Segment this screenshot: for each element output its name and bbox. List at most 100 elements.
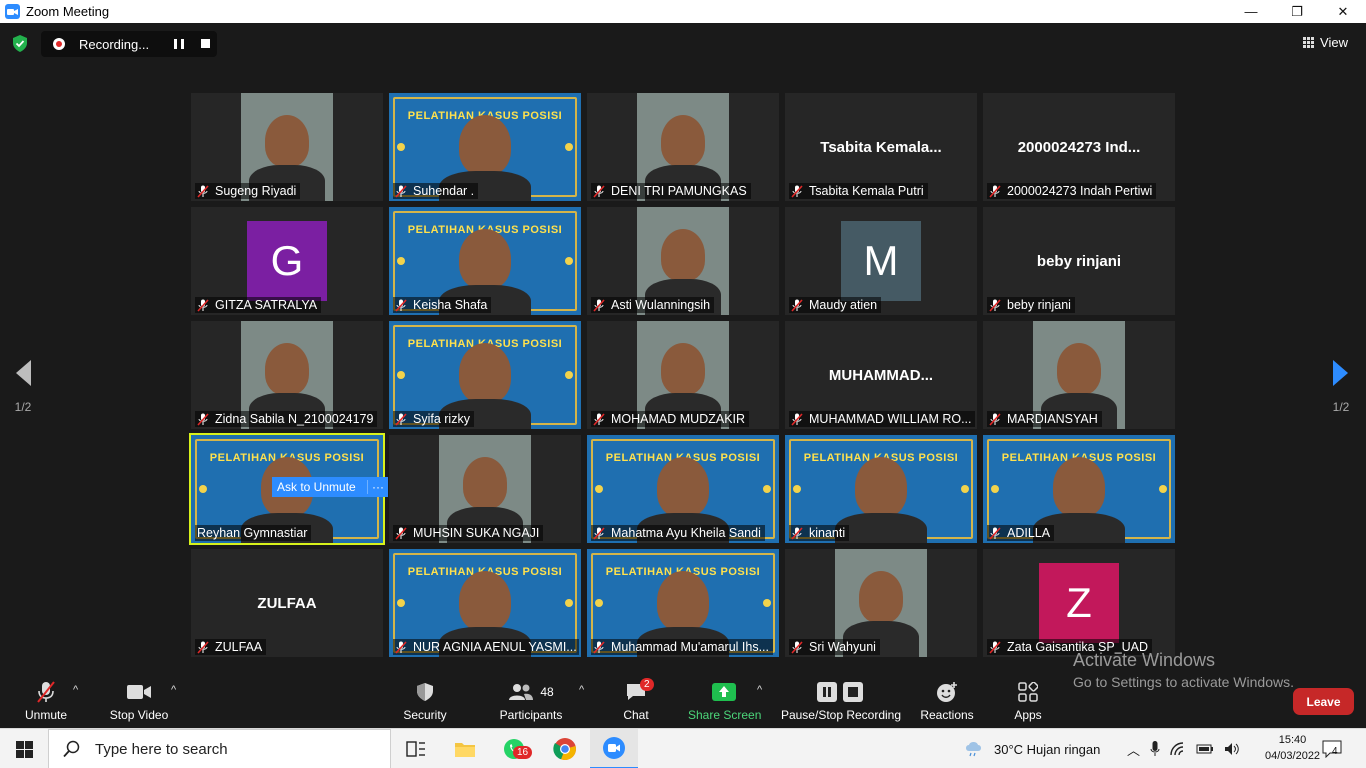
participant-avatar: M: [841, 221, 921, 301]
participant-name-label: MOHAMAD MUDZAKIR: [591, 411, 750, 427]
zoom-taskbar-icon[interactable]: [590, 729, 638, 768]
prev-page-button[interactable]: 1/2: [14, 359, 32, 414]
reactions-button[interactable]: Reactions: [919, 680, 975, 722]
microphone-tray-icon[interactable]: [1150, 741, 1160, 757]
security-button[interactable]: Security: [401, 680, 449, 722]
participant-name-label: ZULFAA: [195, 639, 267, 655]
participant-tile[interactable]: M Maudy atien: [785, 207, 977, 315]
participant-name: kinanti: [809, 526, 846, 540]
taskbar-clock[interactable]: 15:40 04/03/2022: [1265, 732, 1320, 764]
watermark-title: Activate Windows: [1073, 650, 1216, 670]
stop-recording-icon[interactable]: [201, 39, 210, 48]
participant-tile[interactable]: PELATIHAN KASUS POSISI Keisha Shafa: [389, 207, 581, 315]
participant-name: Keisha Shafa: [413, 298, 488, 312]
participant-name-label: DENI TRI PAMUNGKAS: [591, 183, 751, 199]
participant-name: Sugeng Riyadi: [215, 184, 297, 198]
notification-count: 4: [1332, 745, 1338, 757]
participant-name: NUR AGNIA AENUL YASMI...: [413, 640, 577, 654]
participant-tile[interactable]: PELATIHAN KASUS POSISI Muhammad Mu'amarul…: [587, 549, 779, 657]
more-options-button[interactable]: ···: [367, 480, 388, 494]
next-page-button[interactable]: 1/2: [1332, 359, 1350, 414]
participants-icon: 48: [497, 680, 565, 704]
participant-name: Reyhan Gymnastiar: [197, 526, 308, 540]
leave-button[interactable]: Leave: [1293, 688, 1354, 715]
muted-mic-icon: [395, 640, 407, 654]
file-explorer-icon[interactable]: [441, 729, 489, 768]
muted-mic-icon: [395, 412, 407, 426]
participant-name-label: NUR AGNIA AENUL YASMI...: [393, 639, 579, 655]
participant-tile[interactable]: PELATIHAN KASUS POSISI Mahatma Ayu Kheila…: [587, 435, 779, 543]
participant-name: MARDIANSYAH: [1007, 412, 1098, 426]
task-view-icon[interactable]: [392, 729, 440, 768]
ask-to-unmute-button[interactable]: Ask to Unmute: [272, 480, 367, 494]
view-button[interactable]: View: [1303, 35, 1348, 50]
stop-video-label: Stop Video: [109, 708, 169, 722]
video-options-caret-icon[interactable]: ^: [171, 684, 176, 696]
pause-stop-recording-button[interactable]: Pause/Stop Recording: [780, 680, 902, 722]
participant-name: Zidna Sabila N_2100024179: [215, 412, 374, 426]
participant-tile[interactable]: ZULFAA ZULFAA: [191, 549, 383, 657]
muted-mic-icon: [197, 412, 209, 426]
participant-tile[interactable]: DENI TRI PAMUNGKAS: [587, 93, 779, 201]
speaker-icon[interactable]: [1224, 742, 1240, 756]
participant-tile[interactable]: beby rinjani beby rinjani: [983, 207, 1175, 315]
rain-cloud-icon: [966, 742, 981, 757]
share-options-caret-icon[interactable]: ^: [757, 684, 762, 696]
stop-video-button[interactable]: Stop Video: [106, 680, 172, 722]
participant-tile[interactable]: MUHSIN SUKA NGAJI: [389, 435, 581, 543]
participant-name: Muhammad Mu'amarul Ihs...: [611, 640, 769, 654]
audio-options-caret-icon[interactable]: ^: [73, 684, 78, 696]
participant-tile[interactable]: PELATIHAN KASUS POSISI kinanti: [785, 435, 977, 543]
participant-tile[interactable]: Tsabita Kemala... Tsabita Kemala Putri: [785, 93, 977, 201]
zoom-app: Zoom Meeting — ❐ ✕ Recording... View 1/2…: [0, 0, 1366, 768]
recording-dot-icon: [53, 38, 65, 50]
clock-date: 04/03/2022: [1265, 750, 1321, 762]
chat-button[interactable]: 2 Chat: [612, 678, 660, 722]
wifi-icon[interactable]: [1170, 742, 1186, 756]
participant-tile[interactable]: 2000024273 Ind... 2000024273 Indah Pertiw…: [983, 93, 1175, 201]
start-button[interactable]: [0, 729, 48, 768]
participant-tile[interactable]: PELATIHAN KASUS POSISI NUR AGNIA AENUL YA…: [389, 549, 581, 657]
participant-tile[interactable]: MOHAMAD MUDZAKIR: [587, 321, 779, 429]
muted-mic-icon: [989, 184, 1001, 198]
participant-tile[interactable]: Asti Wulanningsih: [587, 207, 779, 315]
maximize-button[interactable]: ❐: [1274, 0, 1320, 23]
participant-tile[interactable]: Sugeng Riyadi: [191, 93, 383, 201]
participant-name-label: ADILLA: [987, 525, 1055, 541]
participant-tile[interactable]: Sri Wahyuni: [785, 549, 977, 657]
windows-taskbar: Type here to search 16 30°C Hujan ringan…: [0, 728, 1366, 768]
minimize-button[interactable]: —: [1228, 0, 1274, 23]
participant-name-label: Suhendar .: [393, 183, 479, 199]
chrome-icon[interactable]: [541, 729, 589, 768]
unmute-button[interactable]: Unmute: [22, 680, 70, 722]
search-placeholder: Type here to search: [95, 740, 228, 758]
notification-center[interactable]: 4: [1322, 729, 1342, 768]
tray-chevron-up-icon[interactable]: ︿: [1127, 740, 1140, 759]
participant-tile[interactable]: G GITZA SATRALYA: [191, 207, 383, 315]
chevron-left-icon: [16, 360, 31, 386]
pause-recording-icon[interactable]: [174, 39, 184, 49]
participants-caret-icon[interactable]: ^: [579, 684, 584, 696]
taskbar-search-box[interactable]: Type here to search: [48, 729, 391, 768]
participants-button[interactable]: 48 Participants: [497, 680, 565, 722]
participant-name-label: Mahatma Ayu Kheila Sandi: [591, 525, 765, 541]
participant-tile[interactable]: PELATIHAN KASUS POSISI Syifa rizky: [389, 321, 581, 429]
participant-tile[interactable]: MARDIANSYAH: [983, 321, 1175, 429]
video-camera-icon: [106, 680, 172, 704]
participant-tile[interactable]: Z Zata Gaisantika SP_UAD: [983, 549, 1175, 657]
system-tray: ︿: [1127, 729, 1240, 768]
muted-mic-icon: [791, 526, 803, 540]
share-screen-button[interactable]: Share Screen: [688, 680, 761, 722]
battery-icon[interactable]: [1196, 743, 1214, 755]
participant-tile[interactable]: PELATIHAN KASUS POSISI ADILLA: [983, 435, 1175, 543]
apps-button[interactable]: Apps: [1006, 680, 1050, 722]
security-shield-icon[interactable]: [12, 35, 28, 57]
close-button[interactable]: ✕: [1320, 0, 1366, 23]
participant-tile[interactable]: Zidna Sabila N_2100024179: [191, 321, 383, 429]
meeting-area: Recording... View 1/2 1/2 Sugeng Riyadi P…: [0, 23, 1366, 728]
weather-widget[interactable]: 30°C Hujan ringan: [964, 729, 1100, 768]
participant-tile[interactable]: PELATIHAN KASUS POSISI Suhendar .: [389, 93, 581, 201]
whatsapp-icon[interactable]: 16: [490, 729, 538, 768]
ask-to-unmute-bar[interactable]: Ask to Unmute ···: [272, 477, 388, 497]
participant-tile[interactable]: MUHAMMAD... MUHAMMAD WILLIAM RO...: [785, 321, 977, 429]
